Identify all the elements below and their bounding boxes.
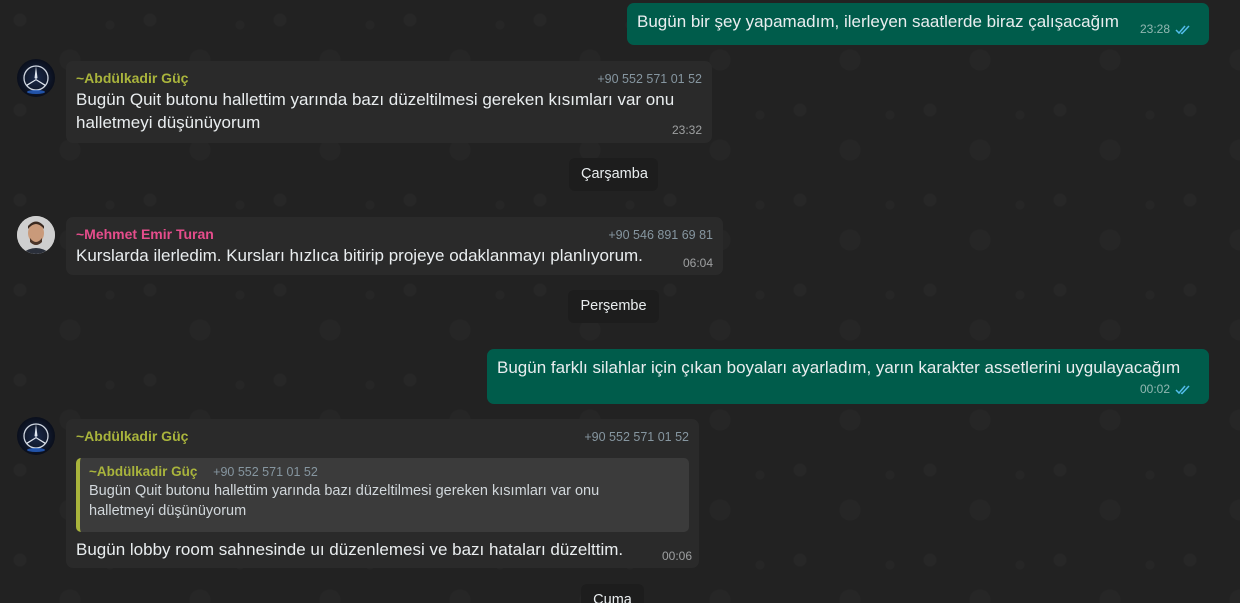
quoted-text: Bugün Quit butonu hallettim yarında bazı…: [89, 483, 600, 519]
sender-name[interactable]: ~Mehmet Emir Turan: [76, 225, 214, 243]
sender-name[interactable]: ~Abdülkadir Güç: [76, 427, 188, 445]
date-divider: Cuma: [581, 584, 644, 603]
double-check-read-icon: [1175, 24, 1191, 35]
sender-avatar[interactable]: [17, 417, 55, 455]
message-time: 23:28: [1139, 22, 1170, 36]
message-text: Bugün farklı silahlar için çıkan boyalar…: [497, 358, 1181, 377]
outgoing-message[interactable]: Bugün farklı silahlar için çıkan boyalar…: [487, 349, 1209, 404]
quoted-sender-phone: +90 552 571 01 52: [213, 465, 318, 479]
sender-avatar[interactable]: [17, 59, 55, 97]
sender-phone: +90 552 571 01 52: [584, 430, 689, 444]
quoted-message[interactable]: ~Abdülkadir Güç +90 552 571 01 52 Bugün …: [76, 458, 689, 532]
person-photo-avatar-icon: [17, 216, 55, 254]
mercedes-logo-avatar-icon: [23, 423, 49, 452]
outgoing-message[interactable]: Bugün bir şey yapamadım, ilerleyen saatl…: [627, 3, 1209, 45]
chat-message-area[interactable]: Bugün bir şey yapamadım, ilerleyen saatl…: [0, 0, 1240, 603]
incoming-message[interactable]: ~Abdülkadir Güç +90 552 571 01 52 Bugün …: [66, 61, 712, 143]
double-check-read-icon: [1175, 384, 1191, 395]
incoming-message[interactable]: ~Mehmet Emir Turan +90 546 891 69 81 Kur…: [66, 217, 723, 275]
date-divider: Çarşamba: [569, 158, 658, 191]
message-time: 23:32: [671, 123, 702, 137]
message-time: 00:02: [1139, 382, 1170, 396]
incoming-message[interactable]: ~Abdülkadir Güç +90 552 571 01 52 ~Abdül…: [66, 419, 699, 568]
sender-name[interactable]: ~Abdülkadir Güç: [76, 69, 188, 87]
date-divider: Perşembe: [568, 290, 659, 323]
sender-phone: +90 546 891 69 81: [608, 228, 713, 242]
mercedes-logo-avatar-icon: [23, 65, 49, 94]
message-time: 06:04: [682, 256, 713, 270]
message-text: Kurslarda ilerledim. Kursları hızlıca bi…: [76, 246, 643, 265]
message-text: Bugün bir şey yapamadım, ilerleyen saatl…: [637, 12, 1119, 31]
message-text: Bugün lobby room sahnesinde uı düzenleme…: [76, 540, 624, 559]
sender-avatar[interactable]: [17, 216, 55, 254]
message-text: Bugün Quit butonu hallettim yarında bazı…: [76, 90, 675, 132]
sender-phone: +90 552 571 01 52: [597, 72, 702, 86]
quoted-sender-name: ~Abdülkadir Güç: [89, 464, 198, 479]
message-time: 00:06: [661, 549, 692, 563]
